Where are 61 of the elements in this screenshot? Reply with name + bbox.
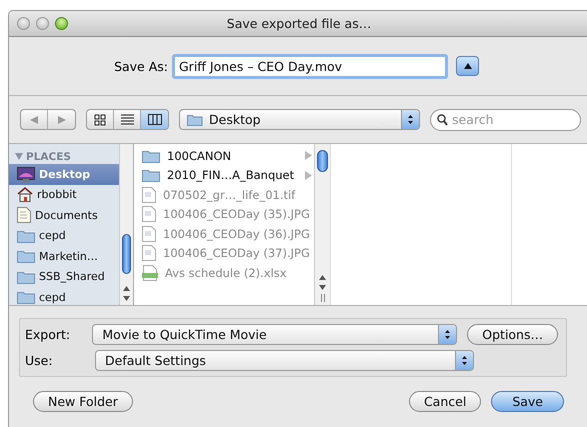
scroll-bar[interactable] [314, 144, 330, 305]
search-field[interactable]: search [430, 108, 581, 130]
list-icon [120, 114, 134, 125]
monitor-icon [17, 166, 35, 182]
option-popup[interactable]: Movie to QuickTime Movie [92, 324, 458, 345]
scroll-down-arrow-icon[interactable] [318, 284, 327, 291]
zoom-button[interactable] [55, 17, 68, 30]
sidebar-item[interactable]: rbobbit [9, 184, 119, 205]
back-arrow-icon [29, 114, 39, 124]
dialog-button[interactable]: New Folder [33, 391, 133, 412]
sidebar-item[interactable]: Documents [9, 205, 119, 226]
sidebar-item[interactable]: Marketin… [9, 246, 119, 266]
file-name-field[interactable]: Griff Jones – CEO Day.mov [172, 54, 448, 78]
scroll-thumb[interactable] [122, 234, 131, 274]
disclosure-triangle-icon [15, 153, 23, 160]
spreadsheet-file-icon [142, 264, 158, 281]
folder-icon [142, 148, 160, 163]
scroll-bar[interactable] [119, 144, 133, 305]
option-label: Export: [25, 327, 72, 342]
view-button[interactable] [141, 110, 168, 129]
disclosure-arrow-icon [305, 170, 312, 180]
file-row[interactable]: 100CANON [134, 146, 314, 166]
document-icon [17, 207, 31, 224]
dialog-button[interactable]: Save [491, 391, 564, 412]
scroll-up-arrow-icon[interactable] [122, 285, 131, 292]
stepper-icon [455, 351, 473, 370]
location-popup[interactable]: Desktop [179, 109, 420, 130]
options-button[interactable]: Options… [467, 324, 558, 345]
columns-icon [148, 114, 162, 125]
forward-arrow-icon [56, 114, 66, 124]
folder-icon [187, 113, 203, 126]
expand-button[interactable] [456, 56, 479, 76]
file-row[interactable]: 2010_FIN…A_Banquet [134, 166, 314, 185]
stepper-icon [438, 325, 456, 344]
folder-icon [17, 270, 35, 284]
sidebar-item[interactable]: cepd [9, 287, 119, 305]
resize-handle-icon[interactable] [320, 294, 326, 302]
sidebar-item[interactable]: cepd [9, 226, 119, 246]
image-file-icon [142, 245, 156, 262]
image-file-icon [142, 186, 156, 203]
option-popup[interactable]: Default Settings [95, 350, 474, 371]
dialog-button[interactable]: Cancel [408, 391, 482, 412]
window-title: Save exported file as… [226, 16, 372, 31]
folder-icon [142, 168, 160, 182]
folder-icon [17, 290, 35, 304]
scroll-down-arrow-icon[interactable] [122, 295, 131, 302]
grid-icon [94, 114, 106, 126]
image-file-icon [142, 206, 156, 222]
scroll-up-arrow-icon[interactable] [318, 274, 327, 281]
option-label: Use: [25, 353, 54, 368]
disclosure-arrow-icon [305, 151, 312, 160]
sidebar-item[interactable]: SSB_Shared [9, 266, 119, 287]
search-icon [437, 114, 448, 126]
triangle-icon [462, 62, 472, 70]
folder-icon [17, 249, 35, 264]
stepper-icon [401, 110, 419, 129]
save-as-label: Save As: [113, 58, 168, 74]
image-file-icon [142, 226, 156, 242]
house-icon [17, 187, 33, 202]
scroll-thumb[interactable] [317, 150, 328, 172]
folder-icon [17, 228, 35, 243]
